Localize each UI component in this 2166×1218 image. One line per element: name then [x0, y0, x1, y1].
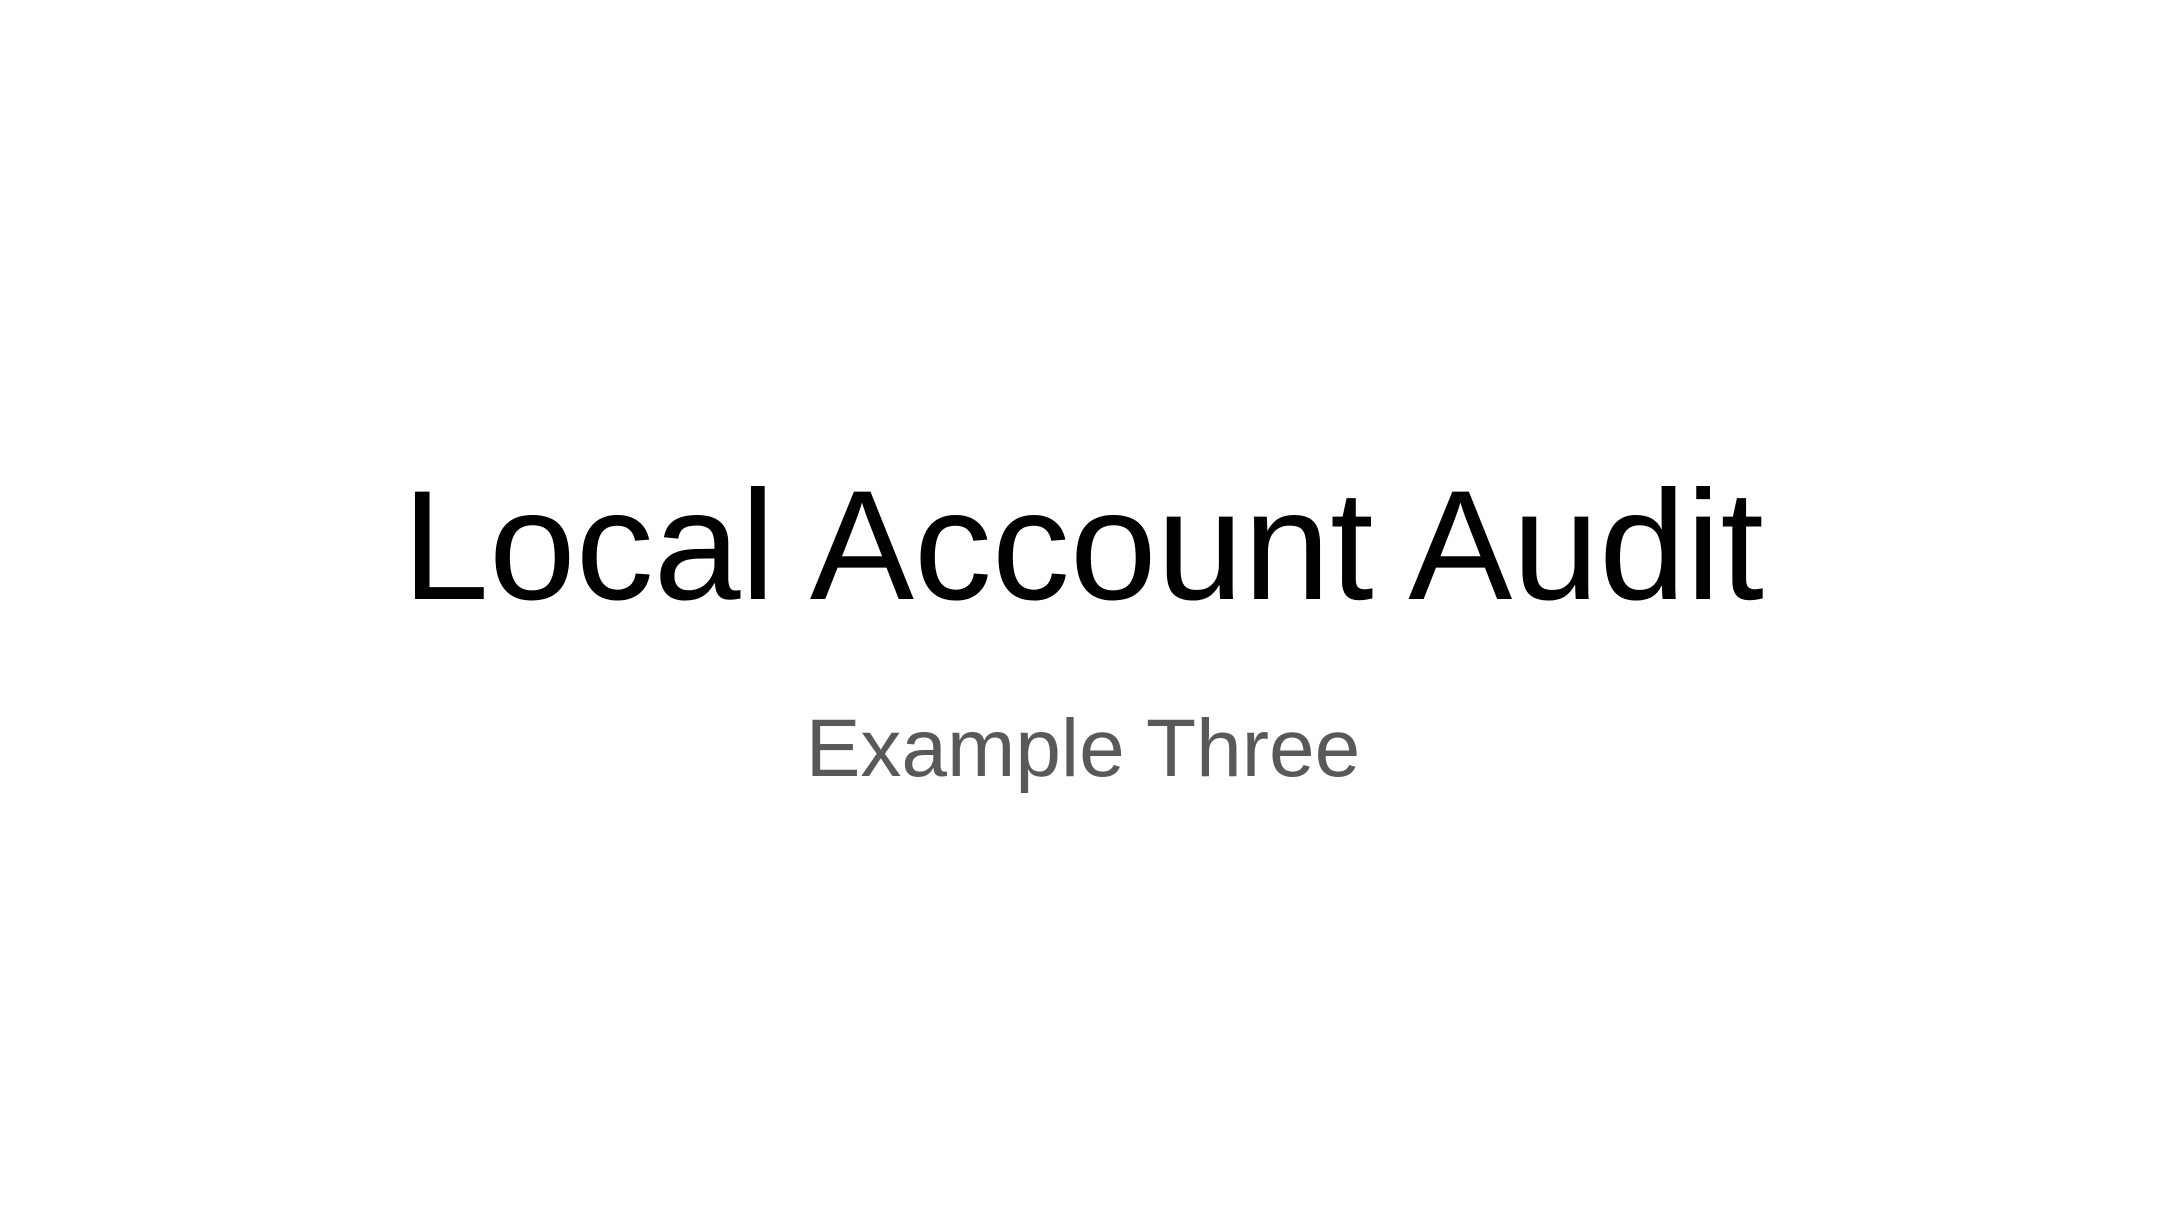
slide-title: Local Account Audit	[402, 459, 1764, 633]
slide: Local Account Audit Example Three	[0, 0, 2166, 1218]
slide-subtitle: Example Three	[805, 703, 1361, 794]
